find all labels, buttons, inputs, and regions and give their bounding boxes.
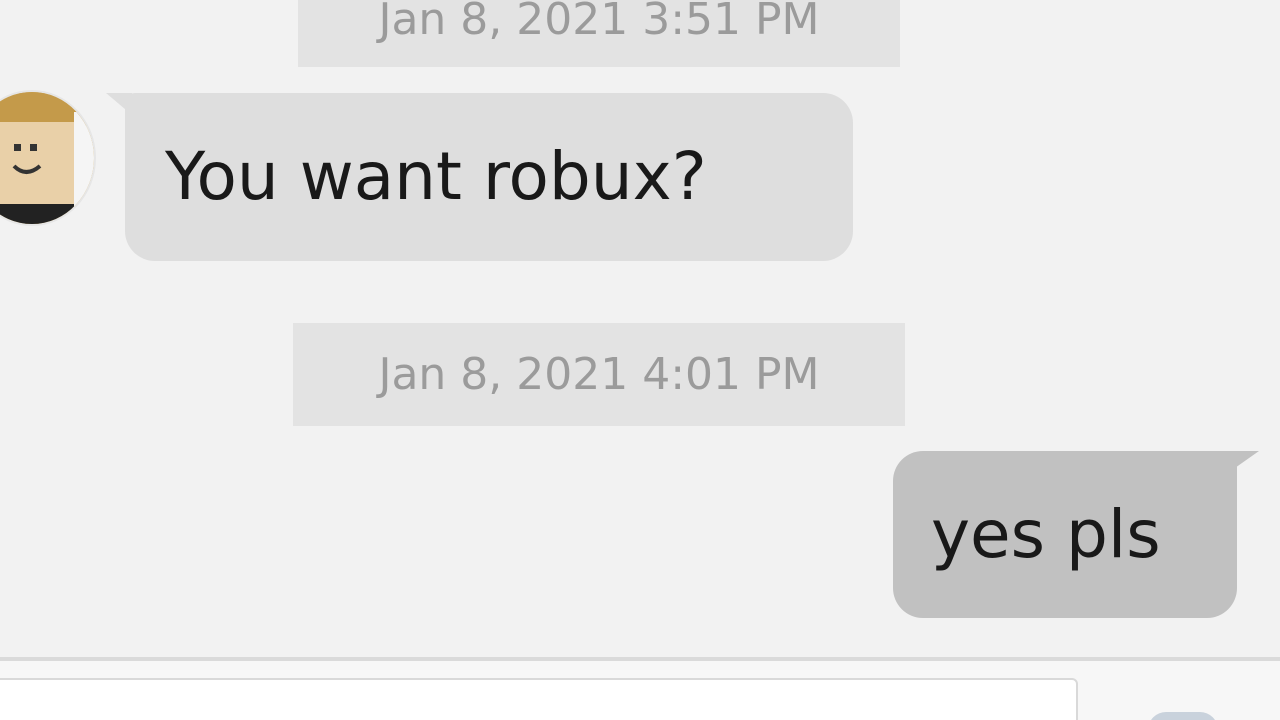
send-icon[interactable] (1148, 712, 1218, 720)
message-text: You want robux? (165, 138, 707, 215)
chat-window: Jan 8, 2021 3:51 PM You want robux? Jan … (0, 0, 1280, 720)
timestamp: Jan 8, 2021 4:01 PM (293, 323, 905, 426)
message-input[interactable] (0, 678, 1078, 720)
avatar[interactable] (0, 92, 94, 224)
incoming-message-bubble: You want robux? (125, 93, 853, 261)
timestamp: Jan 8, 2021 3:51 PM (298, 0, 900, 67)
outgoing-message-bubble: yes pls (893, 451, 1237, 618)
message-text: yes pls (931, 495, 1161, 573)
avatar-face-icon (0, 92, 94, 224)
